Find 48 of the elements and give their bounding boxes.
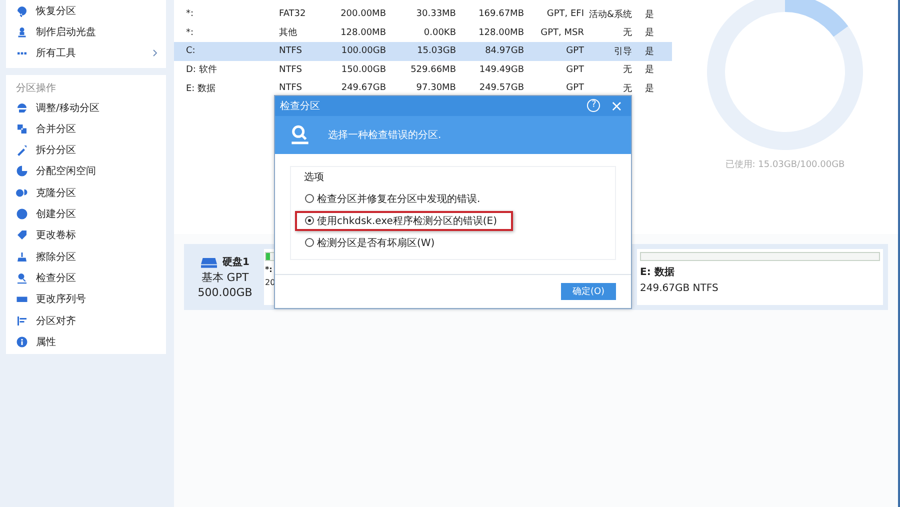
sidebar-item[interactable]: 制作启动光盘	[6, 21, 166, 43]
radio-option[interactable]: 使用chkdsk.exe程序检测分区的错误(E)	[295, 210, 514, 231]
sidebar-item[interactable]: 所有工具	[6, 42, 166, 64]
table-row[interactable]: E: 数据 NTFS 249.67GB 97.30MB 249.57GB GPT 无 是	[174, 79, 672, 98]
sidebar-item[interactable]: 拆分分区	[6, 139, 166, 161]
section-title: 分区操作	[15, 82, 57, 96]
sidebar-item[interactable]: 分配空闲空间	[6, 160, 166, 182]
dialog-title: 检查分区	[280, 100, 321, 113]
partition-block[interactable]: E: 数据 249.67GB NTFS	[637, 249, 883, 305]
circles-icon	[16, 186, 28, 199]
sidebar-item[interactable]: 克隆分区	[6, 182, 166, 204]
search-icon	[16, 272, 28, 284]
tag-icon	[16, 229, 28, 242]
sidebar-item[interactable]: 更改序列号	[6, 288, 166, 310]
disk-type: 基本 GPT	[201, 270, 249, 285]
table-row[interactable]: C: NTFS 100.00GB 15.03GB 84.97GB GPT 引导 是	[174, 42, 672, 60]
brush-icon	[16, 250, 28, 263]
sidebar-item[interactable]: 创建分区	[6, 203, 166, 225]
dialog-header-text: 选择一种检查错误的分区.	[328, 128, 442, 142]
table-row[interactable]: *: 其他 128.00MB 0.00KB 128.00MB GPT, MSR 无 是	[174, 24, 672, 42]
sidebar-item[interactable]: 检查分区	[6, 267, 166, 289]
sidebar-item[interactable]: 更改卷标	[6, 224, 166, 246]
disk-name: 硬盘1	[222, 256, 250, 269]
sidebar-item[interactable]: 调整/移动分区	[6, 96, 166, 118]
table-row[interactable]: D: 软件 NTFS 150.00GB 529.66MB 149.49GB GPT 无 是	[174, 60, 672, 79]
chevron-icon	[152, 48, 158, 58]
pen-icon	[16, 144, 28, 156]
sidebar-item[interactable]: 分区对齐	[6, 310, 166, 332]
sidebar-item[interactable]: 属性	[6, 331, 166, 352]
sidebar-item[interactable]: 恢复分区	[6, 0, 166, 22]
table-row[interactable]: *: FAT32 200.00MB 30.33MB 169.67MB GPT, EFI 活动&系统 是	[174, 5, 672, 24]
info-icon	[16, 336, 28, 348]
search-icon	[290, 124, 310, 146]
partition-name: E: 数据	[640, 266, 676, 279]
radio-option[interactable]: 检查分区并修复在分区中发现的错误.	[295, 188, 496, 209]
partition-name: *:	[265, 265, 274, 274]
align-icon	[16, 314, 28, 326]
disk-icon	[200, 256, 217, 268]
group-title: 选项	[304, 170, 325, 184]
squares-icon	[16, 122, 28, 135]
circle-icon	[16, 208, 28, 220]
partition-size: 249.67GB NTFS	[640, 283, 720, 294]
sidebar-item[interactable]: 擦除分区	[6, 246, 166, 268]
radio-option[interactable]: 检测分区是否有坏扇区(W)	[295, 232, 451, 253]
disk-size: 500.00GB	[198, 286, 252, 299]
sidebar-item[interactable]: 合并分区	[6, 118, 166, 140]
usage-caption: 已使用: 15.03GB/100.00GB	[725, 158, 845, 171]
person-icon	[16, 26, 28, 38]
